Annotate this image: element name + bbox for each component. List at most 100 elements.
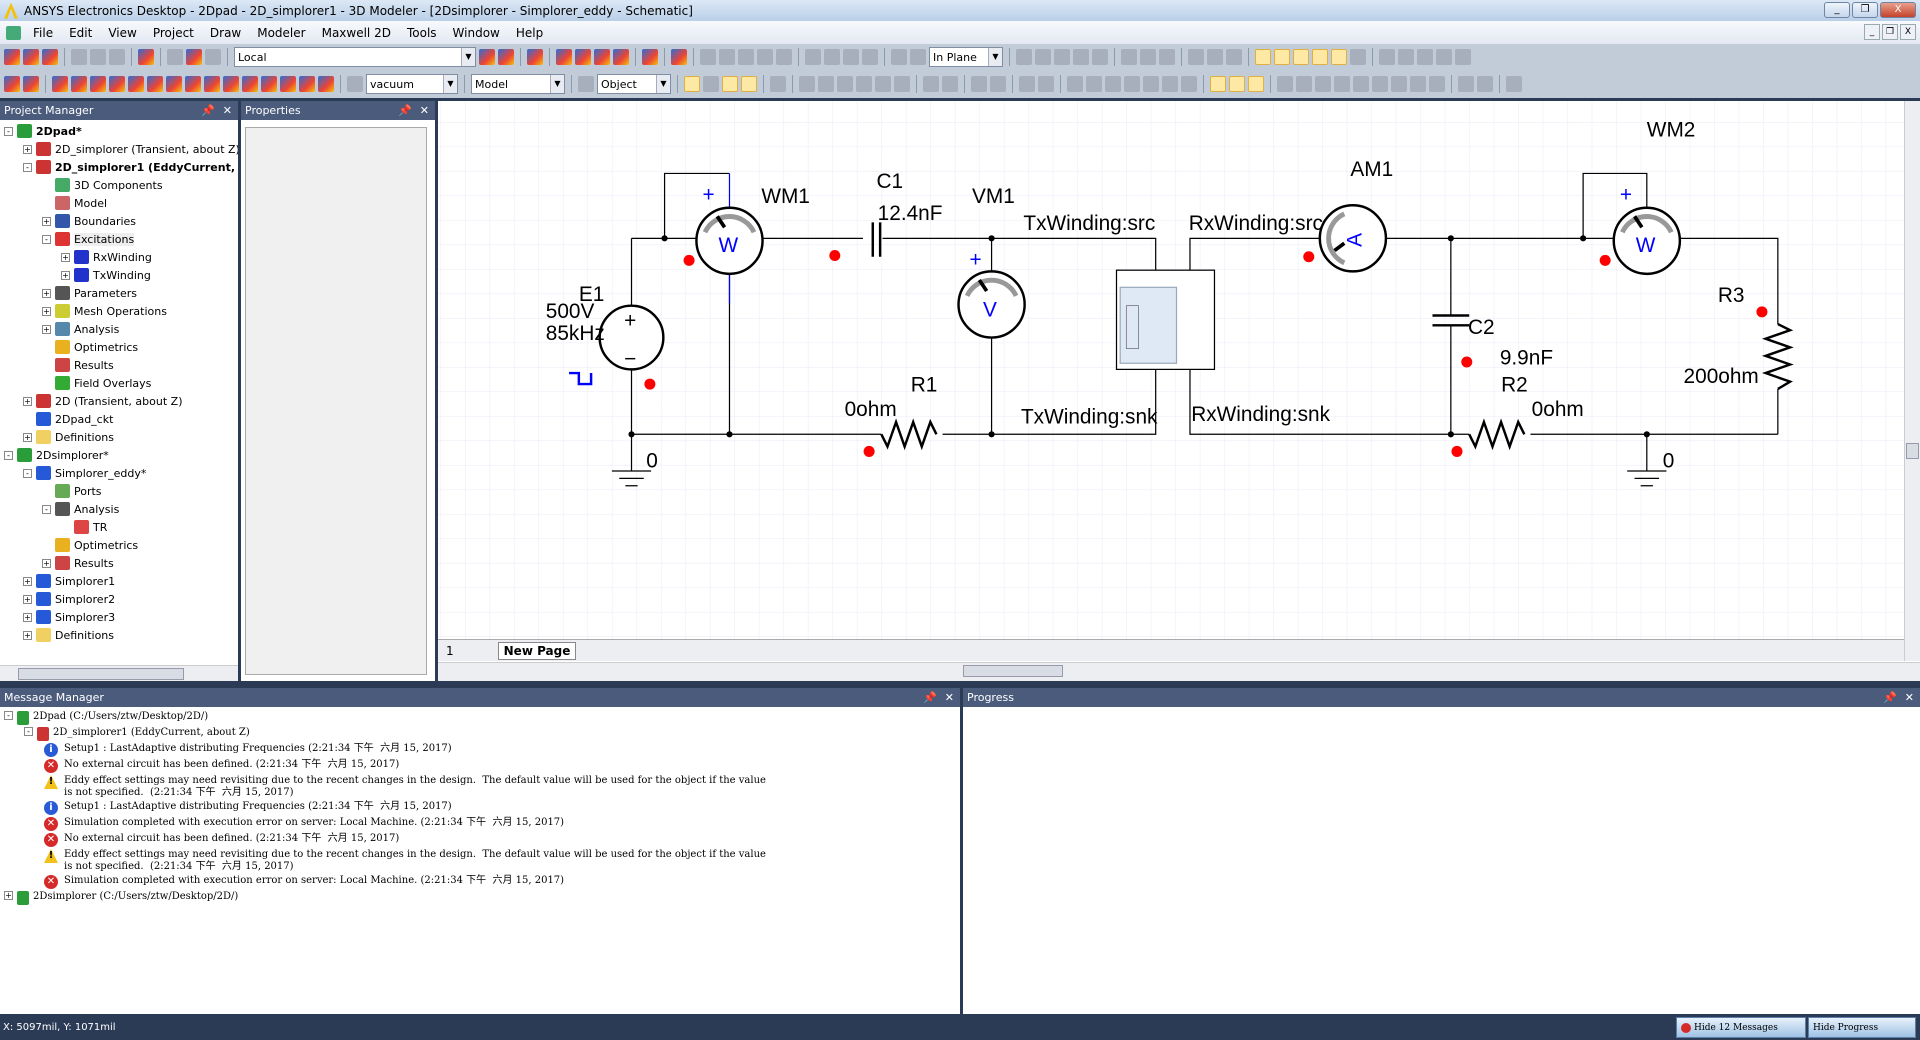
cone-icon[interactable] (1143, 76, 1159, 92)
zoom-in-icon[interactable] (923, 76, 939, 92)
collapse-icon[interactable]: - (42, 234, 51, 244)
duplicate-around-axis-icon[interactable] (1207, 49, 1223, 65)
material-select[interactable]: vacuum ▼ (366, 74, 458, 94)
vertical-scrollbar[interactable] (1904, 101, 1920, 661)
tree-item[interactable]: Optimetrics (0, 338, 238, 356)
plane-select[interactable]: In Plane ▼ (929, 47, 1003, 67)
relative-cs-icon[interactable] (1398, 49, 1414, 65)
copy-icon[interactable] (90, 49, 106, 65)
collapse-icon[interactable]: - (4, 450, 13, 460)
tree-item[interactable]: + Definitions (0, 428, 238, 446)
expand-icon[interactable]: + (42, 558, 51, 568)
expand-icon[interactable]: + (61, 252, 70, 262)
warning-list-icon[interactable] (594, 49, 610, 65)
close-icon[interactable]: ✕ (420, 104, 429, 117)
mirror-icon[interactable] (1159, 49, 1175, 65)
schematic-editor[interactable]: + − W + V + A W + WM1 C1 12.4nF VM1 TxWi… (438, 101, 1920, 681)
menu-edit[interactable]: Edit (61, 26, 100, 40)
box-icon[interactable] (1124, 76, 1140, 92)
undo-icon[interactable] (186, 49, 202, 65)
menu-maxwell-2d[interactable]: Maxwell 2D (314, 26, 399, 40)
menu-modeler[interactable]: Modeler (249, 26, 313, 40)
am1-ammeter[interactable]: A (1318, 204, 1388, 273)
assign-material-icon[interactable] (128, 76, 144, 92)
expand-icon[interactable]: + (42, 288, 51, 298)
expand-icon[interactable]: + (23, 432, 32, 442)
tree-item[interactable]: + RxWinding (0, 248, 238, 266)
redo-icon[interactable] (205, 49, 221, 65)
collapse-icon[interactable]: - (24, 727, 33, 736)
analyze-icon[interactable] (498, 49, 514, 65)
tree-item[interactable]: + Parameters (0, 284, 238, 302)
subtract-icon[interactable] (1035, 49, 1051, 65)
tree-item[interactable]: + Simplorer1 (0, 572, 238, 590)
render-solid-icon[interactable] (684, 76, 700, 92)
duplicate-mirror-icon[interactable] (1226, 49, 1242, 65)
tree-item[interactable]: + Simplorer3 (0, 608, 238, 626)
tree-item[interactable]: + Simplorer2 (0, 590, 238, 608)
collapse-icon[interactable]: - (4, 126, 13, 136)
tree-item[interactable]: + Boundaries (0, 212, 238, 230)
check-icon[interactable] (575, 49, 591, 65)
view-left-icon[interactable] (1315, 76, 1331, 92)
paste-icon[interactable] (109, 49, 125, 65)
snap-grid-icon[interactable] (1255, 49, 1271, 65)
draw-line-icon[interactable] (700, 49, 716, 65)
expand-icon[interactable]: + (23, 396, 32, 406)
tree-item[interactable]: +2D (Transient, about Z) (0, 392, 238, 410)
rotate-screen-icon[interactable] (856, 76, 872, 92)
mdi-minimize-button[interactable]: _ (1864, 24, 1880, 40)
snap-quadrant-icon[interactable] (1331, 49, 1347, 65)
draw-equation-icon[interactable] (776, 49, 792, 65)
snap-face-center-icon[interactable] (1312, 49, 1328, 65)
draw-box-icon[interactable] (805, 49, 821, 65)
orbit-icon[interactable] (875, 76, 891, 92)
tree-item[interactable]: 2Dpad_ckt (0, 410, 238, 428)
message-row[interactable]: i Setup1 : LastAdaptive distributing Freq… (0, 741, 960, 757)
tree-item[interactable]: Optimetrics (0, 536, 238, 554)
expand-icon[interactable]: + (42, 216, 51, 226)
mesh-icon[interactable] (223, 76, 239, 92)
expand-icon[interactable]: + (42, 306, 51, 316)
snap-arc-center-icon[interactable] (1350, 49, 1366, 65)
minimize-button[interactable]: _ (1824, 2, 1850, 18)
tree-item[interactable]: Ports (0, 482, 238, 500)
tree-item[interactable]: + Analysis (0, 320, 238, 338)
print-icon[interactable] (138, 49, 154, 65)
message-row[interactable]: - 2D_simplorer1 (EddyCurrent, about Z) (0, 725, 960, 741)
add-sweep-icon[interactable] (261, 76, 277, 92)
hide-messages-button[interactable]: Hide 12 Messages (1676, 1017, 1806, 1038)
wire-icon[interactable] (1067, 76, 1083, 92)
fit-selection-icon[interactable] (990, 76, 1006, 92)
grid-icon[interactable] (1210, 76, 1226, 92)
find-icon[interactable] (642, 49, 658, 65)
context-help-icon[interactable] (23, 76, 39, 92)
zoom-icon[interactable] (894, 76, 910, 92)
expand-icon[interactable]: + (23, 576, 32, 586)
help-icon[interactable] (4, 76, 20, 92)
ruler-icon[interactable] (1229, 76, 1245, 92)
app-menu-icon[interactable] (6, 25, 21, 40)
cut-icon[interactable] (71, 49, 87, 65)
tree-item[interactable]: + TxWinding (0, 266, 238, 284)
view-back-icon[interactable] (1296, 76, 1312, 92)
model-select[interactable]: Model ▼ (471, 74, 565, 94)
pin-icon[interactable]: 📌 (923, 691, 937, 704)
message-row[interactable]: ! Eddy effect settings may need revisitin… (0, 773, 960, 799)
mdi-close-button[interactable]: X (1900, 24, 1916, 40)
schematic-canvas[interactable]: + − W + V + A W + WM1 C1 12.4nF VM1 TxWi… (438, 101, 1904, 639)
scrollbar-thumb[interactable] (18, 668, 184, 680)
unite-icon[interactable] (1016, 49, 1032, 65)
collapse-icon[interactable]: - (42, 504, 51, 514)
draw-spline-icon[interactable] (719, 49, 735, 65)
render-smooth-icon[interactable] (741, 76, 757, 92)
tree-item[interactable]: - Analysis (0, 500, 238, 518)
hide-progress-button[interactable]: Hide Progress (1808, 1017, 1916, 1038)
next-view-icon[interactable] (1038, 76, 1054, 92)
measure-icon[interactable] (1248, 76, 1264, 92)
wire2-icon[interactable] (1086, 76, 1102, 92)
view-right-icon[interactable] (1334, 76, 1350, 92)
assign-torque-icon[interactable] (185, 76, 201, 92)
draw-plane-icon[interactable] (910, 49, 926, 65)
message-row[interactable]: ✕ Simulation completed with execution err… (0, 873, 960, 889)
